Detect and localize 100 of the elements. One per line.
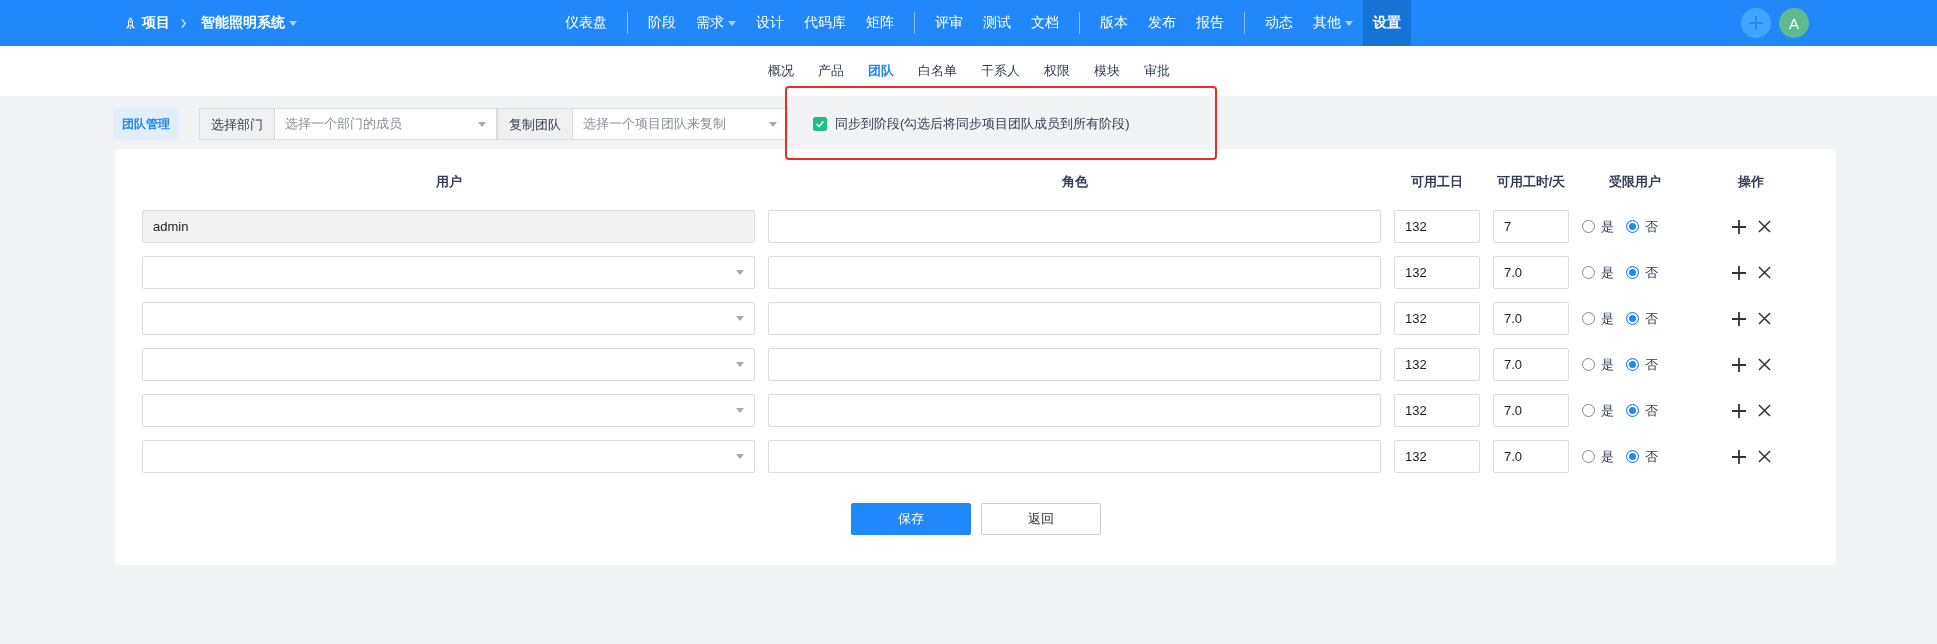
close-icon[interactable] [1757,450,1771,463]
hours-field[interactable]: 7.0 [1493,440,1569,473]
projects-link[interactable]: 项目 [142,14,170,32]
nav-item[interactable]: 测试 [972,0,1021,46]
radio-label: 是 [1601,447,1614,466]
radio-button[interactable] [1582,358,1595,371]
tab[interactable]: 模块 [1081,62,1132,80]
radio-button[interactable] [1626,450,1639,463]
add-row-icon[interactable] [1731,449,1746,464]
workdays-field[interactable]: 132 [1394,394,1480,427]
checkmark-icon [815,119,825,129]
add-row-icon[interactable] [1731,311,1746,326]
tab[interactable]: 审批 [1131,62,1182,80]
radio-button[interactable] [1626,404,1639,417]
department-select[interactable]: 选择一个部门的成员 [275,108,497,140]
nav-item[interactable]: 阶段 [637,0,686,46]
radio-button[interactable] [1626,220,1639,233]
nav-item[interactable]: 设置 [1362,0,1411,46]
workdays-field[interactable]: 132 [1394,440,1480,473]
nav-item[interactable]: 矩阵 [855,0,904,46]
team-select[interactable]: 选择一个项目团队来复制 [573,108,788,140]
radio-label: 否 [1645,355,1658,374]
hours-field[interactable]: 7.0 [1493,348,1569,381]
add-row-icon[interactable] [1731,265,1746,280]
close-icon[interactable] [1757,404,1771,417]
workdays-field[interactable]: 132 [1394,348,1480,381]
workdays-field[interactable]: 132 [1394,256,1480,289]
role-field[interactable] [768,256,1381,289]
column-header: 角色 [1060,173,1089,191]
rocket-icon [125,16,136,30]
role-field[interactable] [768,440,1381,473]
workdays-field[interactable]: 132 [1394,302,1480,335]
role-field[interactable] [768,210,1381,243]
tab[interactable]: 白名单 [905,62,969,80]
radio-label: 是 [1601,401,1614,420]
radio-label: 否 [1645,447,1658,466]
nav-item[interactable]: 文档 [1020,0,1069,46]
radio-label: 是 [1601,355,1614,374]
nav-item[interactable]: 动态 [1254,0,1303,46]
tab[interactable]: 团队 [855,62,906,80]
hours-field[interactable]: 7.0 [1493,256,1569,289]
back-button[interactable]: 返回 [980,503,1101,535]
close-icon[interactable] [1757,266,1771,279]
add-row-icon[interactable] [1731,219,1746,234]
add-row-icon[interactable] [1731,357,1746,372]
nav-item[interactable]: 设计 [745,0,794,46]
nav-item[interactable]: 发布 [1137,0,1186,46]
field-label: 复制团队 [497,108,573,140]
radio-button[interactable] [1582,404,1595,417]
section-title: 团队管理 [113,108,179,140]
column-header: 受限用户 [1608,173,1662,191]
role-field[interactable] [768,394,1381,427]
hours-field[interactable]: 7.0 [1493,394,1569,427]
plus-icon [1748,15,1764,31]
close-icon[interactable] [1757,312,1771,325]
column-header: 操作 [1737,173,1765,191]
radio-label: 是 [1601,217,1614,236]
close-icon[interactable] [1757,358,1771,371]
nav-item[interactable]: 报告 [1185,0,1234,46]
tab[interactable]: 干系人 [968,62,1032,80]
radio-label: 否 [1645,401,1658,420]
nav-item[interactable]: 仪表盘 [554,0,617,46]
chevron-right-icon [180,17,187,29]
workdays-field[interactable]: 132 [1394,210,1480,243]
column-header: 用户 [434,173,463,191]
nav-item[interactable]: 版本 [1089,0,1138,46]
radio-button[interactable] [1582,266,1595,279]
tab[interactable]: 概况 [755,62,806,80]
nav-item[interactable]: 代码库 [793,0,856,46]
tab[interactable]: 权限 [1031,62,1082,80]
user-field: admin [142,210,755,243]
save-button[interactable]: 保存 [850,503,971,535]
radio-button[interactable] [1626,266,1639,279]
project-switcher[interactable]: 智能照明系统 [201,14,297,32]
radio-button[interactable] [1582,220,1595,233]
nav-item[interactable]: 其他 [1302,0,1363,46]
close-icon[interactable] [1757,220,1771,233]
field-label: 选择部门 [199,108,275,140]
radio-button[interactable] [1626,358,1639,371]
tab[interactable]: 产品 [805,62,856,80]
radio-label: 否 [1645,309,1658,328]
radio-label: 是 [1601,263,1614,282]
hours-field[interactable]: 7.0 [1493,302,1569,335]
radio-button[interactable] [1626,312,1639,325]
nav-item[interactable]: 需求 [685,0,746,46]
radio-label: 否 [1645,217,1658,236]
checkbox[interactable] [813,117,827,131]
role-field[interactable] [768,348,1381,381]
radio-label: 否 [1645,263,1658,282]
radio-button[interactable] [1582,312,1595,325]
hours-field[interactable]: 7 [1493,210,1569,243]
radio-button[interactable] [1582,450,1595,463]
nav-item[interactable]: 评审 [924,0,973,46]
column-header: 可用工时/天 [1495,173,1567,191]
column-header: 可用工日 [1410,173,1464,191]
user-avatar[interactable]: A [1779,8,1809,38]
radio-label: 是 [1601,309,1614,328]
role-field[interactable] [768,302,1381,335]
add-row-icon[interactable] [1731,403,1746,418]
checkbox-label: 同步到阶段(勾选后将同步项目团队成员到所有阶段) [835,115,1130,133]
